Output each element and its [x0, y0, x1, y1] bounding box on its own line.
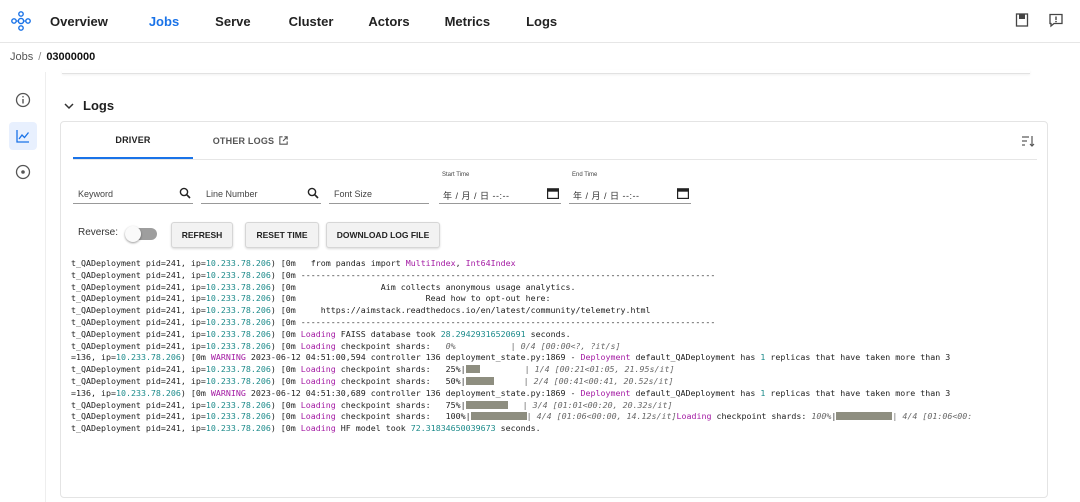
breadcrumb: Jobs / 03000000: [10, 51, 95, 63]
tab-driver[interactable]: DRIVER: [73, 122, 193, 159]
tab-divider: [73, 159, 1037, 160]
chevron-down-icon: [64, 102, 74, 109]
nav-logs[interactable]: Logs: [526, 14, 557, 29]
nav-metrics[interactable]: Metrics: [445, 14, 491, 29]
logs-section-header[interactable]: Logs: [63, 98, 114, 113]
progress-bar: [465, 400, 508, 409]
nav-overview[interactable]: Overview: [50, 14, 108, 29]
breadcrumb-jobs-link[interactable]: Jobs: [10, 51, 33, 63]
sidebar-tasks-button[interactable]: [9, 158, 37, 186]
logs-section-title: Logs: [83, 98, 115, 113]
docs-icon[interactable]: [1014, 12, 1030, 28]
sidebar: [0, 72, 46, 502]
log-line: t_QADeployment pid=241, ip=10.233.78.206…: [71, 293, 551, 304]
top-icons: [1014, 12, 1064, 28]
log-line: t_QADeployment pid=241, ip=10.233.78.206…: [71, 328, 571, 339]
feedback-icon[interactable]: [1048, 12, 1064, 28]
progress-bar: [465, 376, 494, 385]
keyword-placeholder: Keyword: [78, 189, 114, 199]
start-time-label: Start Time: [442, 172, 470, 178]
main-nav: Overview Jobs Serve Cluster Actors Metri…: [50, 0, 557, 43]
line-number-placeholder: Line Number: [206, 189, 258, 199]
nav-serve[interactable]: Serve: [215, 14, 250, 29]
collapsed-section-edge: [62, 70, 1030, 74]
reverse-label: Reverse:: [78, 227, 119, 238]
log-line: t_QADeployment pid=241, ip=10.233.78.206…: [71, 423, 541, 434]
chart-icon: [16, 130, 30, 143]
log-output: - -- --- -- -- --- --- -- -- --- t_QADep…: [71, 253, 1041, 468]
log-line: t_QADeployment pid=241, ip=10.233.78.206…: [71, 305, 651, 316]
search-icon[interactable]: [307, 187, 319, 199]
end-time-input[interactable]: 年 / 月 / 日 --:--: [569, 182, 691, 204]
nav-cluster[interactable]: Cluster: [289, 14, 334, 29]
sidebar-info-button[interactable]: [9, 86, 37, 114]
log-line: t_QADeployment pid=241, ip=10.233.78.206…: [71, 281, 576, 292]
refresh-button[interactable]: REFRESH: [171, 222, 233, 248]
progress-bar: [470, 412, 527, 421]
tab-other-logs[interactable]: OTHER LOGS: [206, 122, 296, 159]
tab-other-logs-label: OTHER LOGS: [212, 135, 275, 146]
sort-icon[interactable]: [1021, 134, 1035, 148]
calendar-icon[interactable]: [677, 187, 689, 199]
breadcrumb-separator: /: [38, 51, 42, 63]
start-time-input[interactable]: 年 / 月 / 日 --:--: [439, 182, 561, 204]
log-line: t_QADeployment pid=241, ip=10.233.78.206…: [71, 269, 716, 280]
log-line: t_QADeployment pid=241, ip=10.233.78.206…: [71, 340, 621, 351]
search-icon[interactable]: [179, 187, 191, 199]
log-line: t_QADeployment pid=241, ip=10.233.78.206…: [71, 258, 516, 268]
keyword-input[interactable]: Keyword: [73, 182, 193, 204]
start-time-value: 年 / 月 / 日 --:--: [443, 191, 510, 201]
reverse-toggle[interactable]: [125, 226, 157, 242]
top-navigation-bar: Overview Jobs Serve Cluster Actors Metri…: [0, 0, 1080, 43]
log-line: t_QADeployment pid=241, ip=10.233.78.206…: [71, 399, 673, 410]
calendar-icon[interactable]: [547, 187, 559, 199]
progress-bar: [465, 365, 480, 374]
sidebar-metrics-button[interactable]: [9, 122, 37, 150]
reverse-toggle-knob: [125, 226, 141, 242]
nav-actors[interactable]: Actors: [368, 14, 409, 29]
reset-time-button[interactable]: RESET TIME: [245, 222, 319, 248]
log-line: t_QADeployment pid=241, ip=10.233.78.206…: [71, 316, 716, 327]
target-icon: [15, 164, 31, 180]
end-time-label: End Time: [572, 172, 598, 178]
font-size-input[interactable]: Font Size: [329, 182, 429, 204]
log-line: =136, ip=10.233.78.206) [0m WARNING 2023…: [71, 352, 951, 363]
log-line: =136, ip=10.233.78.206) [0m WARNING 2023…: [71, 387, 951, 398]
font-size-placeholder: Font Size: [334, 189, 373, 199]
progress-bar: [836, 412, 893, 421]
ray-logo-icon[interactable]: [10, 10, 32, 32]
line-number-input[interactable]: Line Number: [201, 182, 321, 204]
download-log-file-button[interactable]: DOWNLOAD LOG FILE: [326, 222, 440, 248]
external-link-icon: [279, 136, 288, 145]
log-line: t_QADeployment pid=241, ip=10.233.78.206…: [71, 411, 973, 422]
logs-card: DRIVER OTHER LOGS Keyword Line Number Fo…: [60, 121, 1048, 498]
nav-jobs[interactable]: Jobs: [149, 14, 179, 29]
end-time-value: 年 / 月 / 日 --:--: [573, 191, 640, 201]
info-icon: [15, 92, 31, 108]
log-line: t_QADeployment pid=241, ip=10.233.78.206…: [71, 375, 674, 386]
breadcrumb-current: 03000000: [46, 51, 96, 63]
log-line: t_QADeployment pid=241, ip=10.233.78.206…: [71, 364, 675, 375]
